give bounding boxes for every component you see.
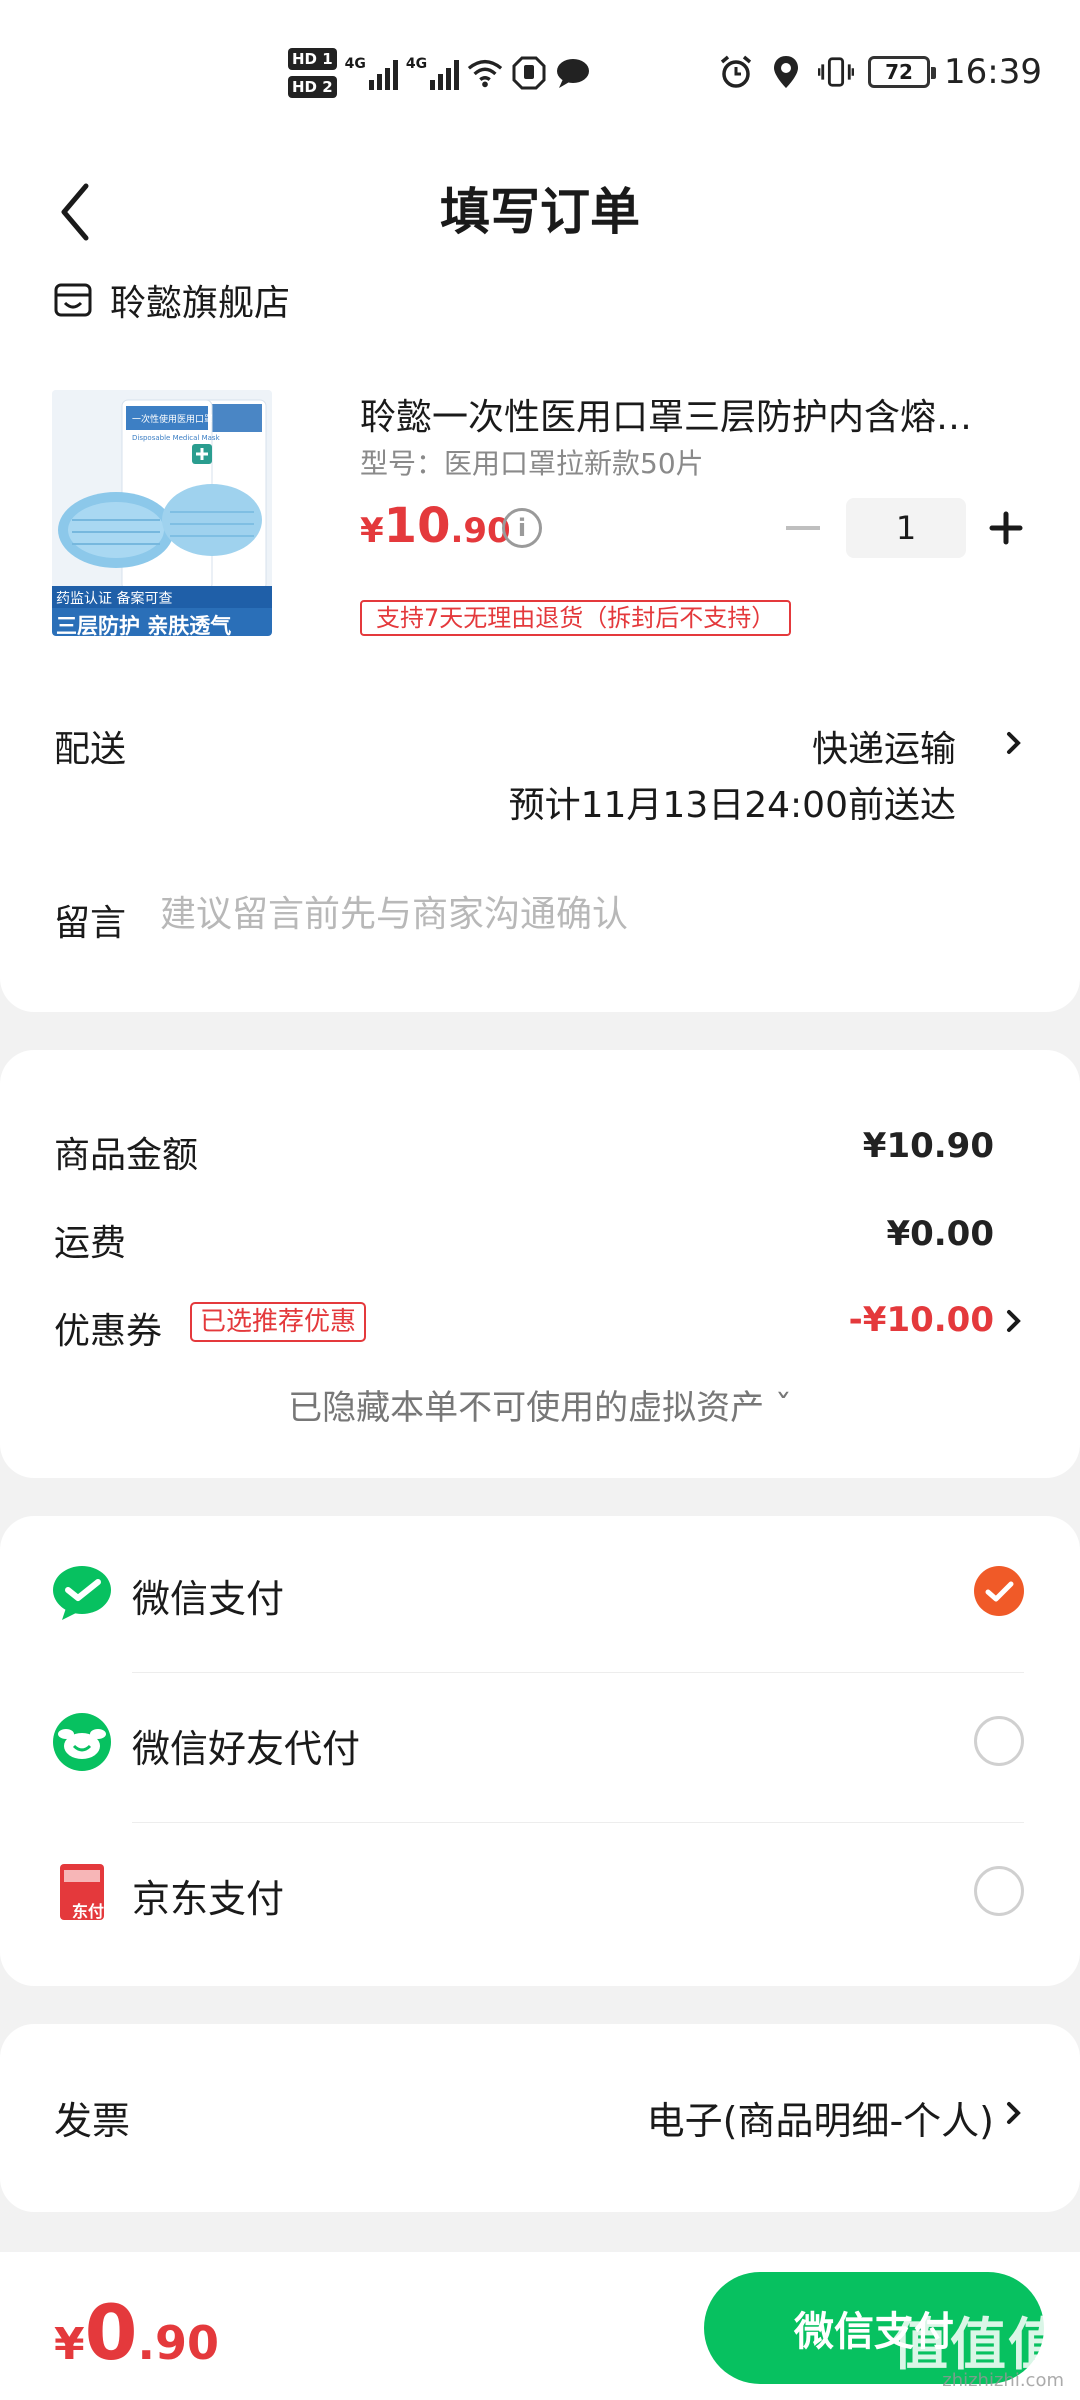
jd-icon-text: 东付 (71, 1902, 104, 1921)
shipping-fee-value: ¥0.00 (886, 1214, 994, 1254)
plus-icon (989, 511, 1023, 545)
quantity-decrease-button[interactable] (786, 526, 820, 530)
signal-1-icon: 4G (345, 56, 398, 90)
message-input[interactable] (160, 884, 1020, 944)
delivery-label: 配送 (54, 729, 127, 770)
shipping-fee-label: 运费 (54, 1223, 127, 1264)
order-page: HD 1 HD 2 4G 4G 72 16:39 填写订单 聆懿旗舰店 一次性使… (0, 0, 1080, 2400)
delivery-estimate: 预计11月13日24:00前送达 (508, 785, 956, 826)
wechat-pay-icon (53, 1566, 111, 1620)
signal-2-icon: 4G (405, 56, 460, 90)
payment-option-wechat-friend[interactable]: 微信好友代付 (0, 1666, 1080, 1816)
image-subtitle-text: Disposable Medical Mask (132, 434, 220, 442)
coupon-value[interactable]: -¥10.00 (849, 1300, 994, 1340)
location-icon (768, 54, 804, 90)
image-cert-text: 药监认证 备案可查 (56, 591, 173, 607)
total-integer: 0 (84, 2288, 138, 2377)
product-image[interactable]: 一次性使用医用口罩 Disposable Medical Mask 药监认证 备… (52, 390, 272, 636)
hd2-badge: HD 2 (288, 76, 337, 98)
goods-amount-label: 商品金额 (54, 1135, 199, 1176)
store-icon (54, 283, 92, 317)
payment-radio[interactable] (974, 1716, 1024, 1766)
battery-indicator: 72 (868, 56, 937, 88)
coupon-label: 优惠券 (54, 1311, 163, 1352)
page-title: 填写订单 (440, 183, 640, 241)
order-item-card: 聆懿旗舰店 一次性使用医用口罩 Disposable Medical Mask … (0, 280, 1080, 1012)
payment-label: 微信支付 (132, 1577, 285, 1621)
status-bar: HD 1 HD 2 4G 4G 72 16:39 (0, 0, 1080, 150)
payment-methods-card: 微信支付 微信好友代付 东付 京东支付 (0, 1516, 1080, 1986)
product-model: 型号：医用口罩拉新款50片 (360, 447, 704, 480)
price-integer: 10 (383, 498, 451, 554)
payment-radio-selected[interactable] (974, 1566, 1024, 1616)
delivery-method[interactable]: 快递运输 (812, 720, 956, 772)
coupon-chevron-icon[interactable] (1004, 1306, 1024, 1336)
quantity-value[interactable]: 1 (846, 498, 966, 558)
invoice-value[interactable]: 电子(商品明细-个人) (647, 2090, 994, 2145)
goods-amount-value: ¥10.90 (862, 1126, 994, 1166)
payment-option-jd[interactable]: 东付 京东支付 (0, 1816, 1080, 1966)
hand-icon (511, 55, 547, 91)
chat-icon (555, 55, 591, 91)
checkout-bar: ¥ 0 .90 微信支付 值值值 zhizhizhi.com (0, 2252, 1080, 2400)
product-price: ¥ 10 .90 (360, 498, 511, 554)
product-name[interactable]: 聆懿一次性医用口罩三层防护内含熔… (360, 388, 1030, 440)
hd-indicators: HD 1 HD 2 (288, 48, 337, 98)
hd1-badge: HD 1 (288, 48, 337, 70)
total-decimal: .90 (137, 2316, 220, 2370)
invoice-chevron-icon[interactable] (1004, 2098, 1024, 2128)
clock: 16:39 (944, 52, 1042, 92)
delivery-chevron-icon[interactable] (1004, 728, 1024, 758)
payment-option-wechat[interactable]: 微信支付 (0, 1516, 1080, 1666)
total-currency: ¥ (54, 2319, 85, 2370)
status-right: 72 16:39 (718, 52, 1042, 92)
invoice-label: 发票 (54, 2099, 131, 2143)
price-currency: ¥ (360, 511, 384, 551)
image-bottom-text: 三层防护 亲肤透气 (56, 614, 232, 636)
watermark-url: zhizhizhi.com (942, 2370, 1064, 2391)
top-nav: 填写订单 (0, 150, 1080, 280)
watermark-logo: 值值值 (892, 2313, 1066, 2378)
wifi-icon (467, 55, 503, 91)
shop-row[interactable]: 聆懿旗舰店 (54, 280, 290, 324)
coupon-badge: 已选推荐优惠 (190, 1302, 367, 1342)
image-title-text: 一次性使用医用口罩 (132, 415, 212, 425)
payment-radio[interactable] (974, 1866, 1024, 1916)
message-label: 留言 (54, 903, 127, 944)
return-policy-badge: 支持7天无理由退货（拆封后不支持） (360, 600, 792, 636)
hidden-assets-toggle[interactable]: 已隐藏本单不可使用的虚拟资产 ˇ (0, 1380, 1080, 1429)
signal-2-label: 4G (405, 56, 428, 72)
price-info-icon[interactable]: i (502, 508, 542, 548)
price-summary-card: 商品金额 ¥10.90 运费 ¥0.00 优惠券 已选推荐优惠 -¥10.00 … (0, 1050, 1080, 1478)
alarm-icon (718, 54, 754, 90)
vibrate-icon (818, 54, 855, 90)
check-icon (985, 1581, 1014, 1602)
total-price: ¥ 0 .90 (54, 2288, 219, 2377)
quantity-increase-button[interactable] (984, 506, 1028, 550)
status-left: HD 1 HD 2 4G 4G (288, 48, 591, 98)
payment-label: 京东支付 (132, 1877, 285, 1921)
shop-name: 聆懿旗舰店 (110, 283, 291, 324)
payment-label: 微信好友代付 (132, 1727, 361, 1771)
signal-1-label: 4G (344, 56, 366, 72)
invoice-card[interactable]: 发票 电子(商品明细-个人) (0, 2024, 1080, 2212)
wechat-friend-pay-icon (53, 1713, 111, 1771)
